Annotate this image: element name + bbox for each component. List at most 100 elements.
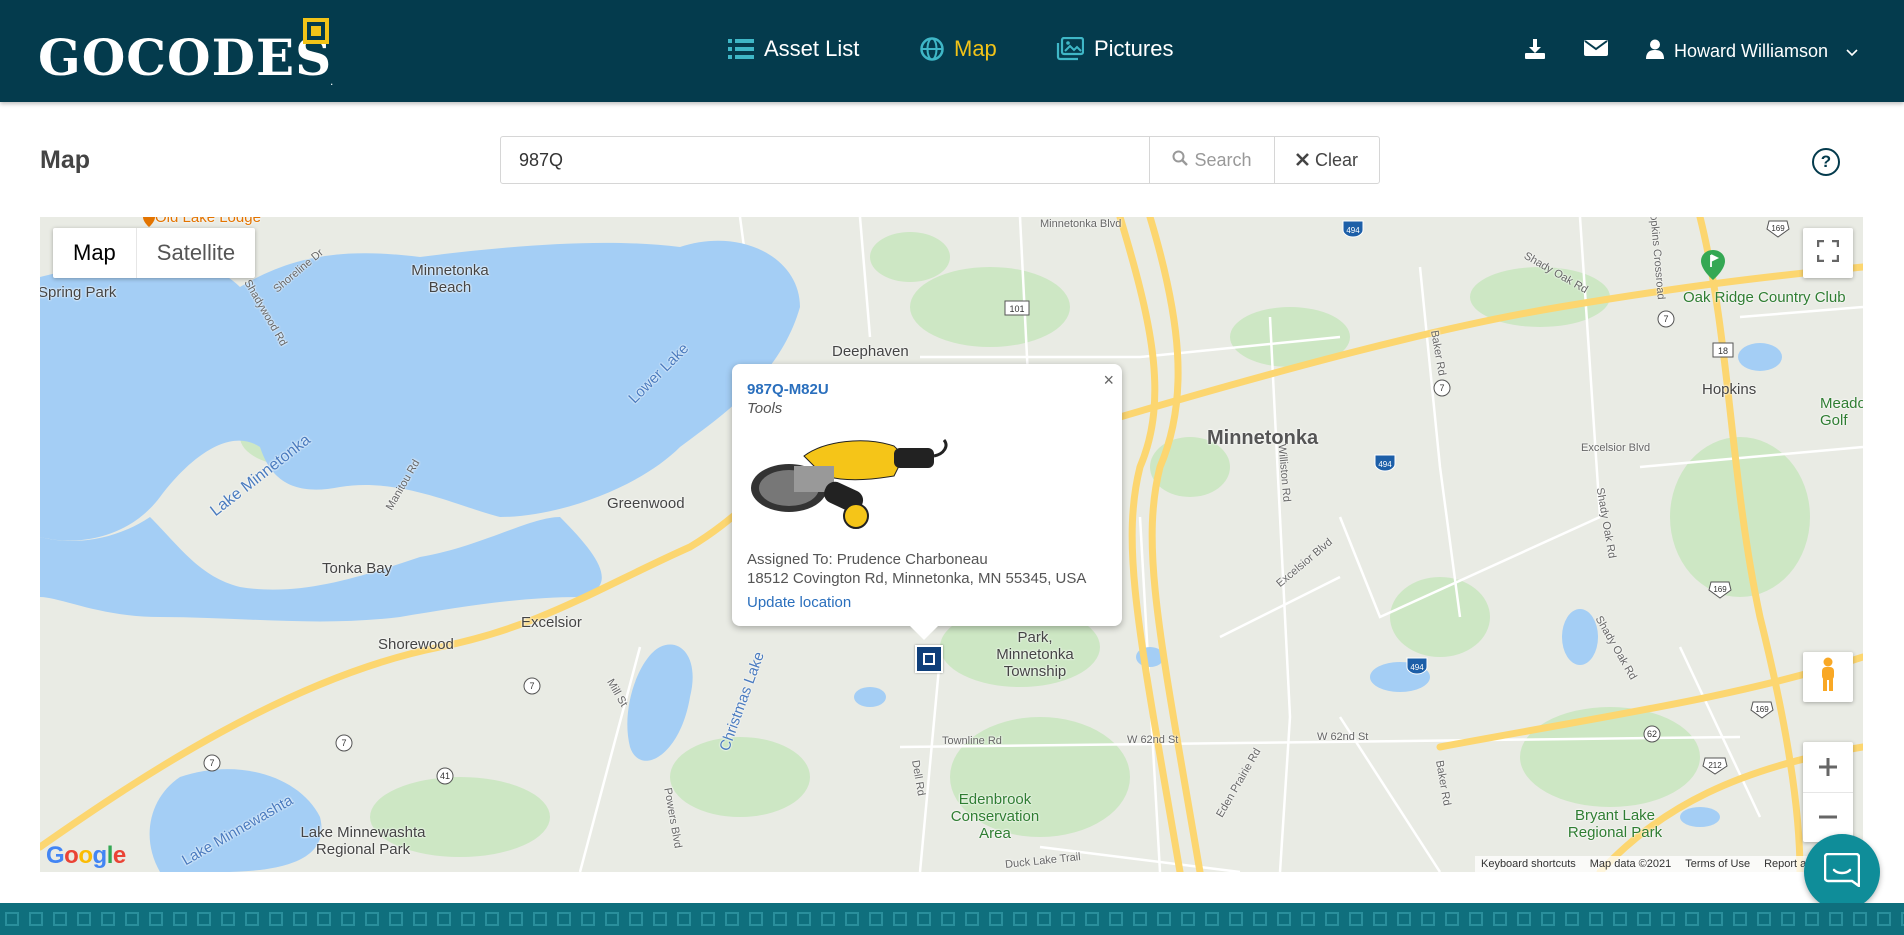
pegman-icon [1819, 657, 1837, 698]
map-label: Shorewood [378, 636, 454, 653]
map-label: Edenbrook Conservation Area [950, 791, 1040, 842]
map-label: Lake Minnewashta Regional Park [300, 824, 426, 858]
svg-text:7: 7 [341, 738, 346, 748]
map-type-control: Map Satellite [53, 228, 256, 278]
envelope-icon[interactable] [1584, 38, 1608, 62]
interstate-shield-icon: 494 [1342, 220, 1364, 243]
map-type-map-button[interactable]: Map [53, 228, 137, 278]
map-label: Spring Park [40, 284, 117, 301]
fullscreen-button[interactable] [1803, 228, 1853, 278]
top-navigation-bar: GOCODES . Asset List Map Pictures Howard… [0, 0, 1904, 102]
map-label: Excelsior Blvd [1581, 442, 1651, 454]
nav-asset-list-label: Asset List [764, 36, 860, 61]
route-shield-icon: 169 [1750, 701, 1774, 724]
zoom-in-button[interactable] [1803, 742, 1853, 793]
route-shield-icon: 169 [1766, 220, 1790, 243]
user-name: Howard Williamson [1674, 40, 1829, 61]
svg-text:212: 212 [1708, 761, 1722, 770]
svg-text:494: 494 [1346, 226, 1360, 235]
search-button-label: Search [1194, 149, 1252, 170]
svg-text:169: 169 [1755, 705, 1769, 714]
update-location-link[interactable]: Update location [747, 594, 851, 611]
nav-pictures[interactable]: Pictures [1056, 32, 1173, 66]
download-icon[interactable] [1524, 38, 1548, 62]
svg-text:494: 494 [1378, 460, 1392, 469]
user-icon [1646, 39, 1664, 64]
map-data-text: Map data ©2021 [1589, 858, 1672, 870]
chat-icon [1823, 852, 1861, 892]
map-label: Townline Rd [942, 735, 1002, 747]
fullscreen-icon [1816, 239, 1840, 267]
asset-category: Tools [747, 400, 783, 417]
nav-map[interactable]: Map [920, 32, 997, 66]
user-menu[interactable]: Howard Williamson [1646, 36, 1858, 66]
interstate-shield-icon: 494 [1406, 657, 1428, 680]
globe-icon [920, 37, 944, 61]
nav-map-label: Map [954, 36, 997, 61]
terms-of-use-link[interactable]: Terms of Use [1685, 858, 1750, 870]
close-icon [1296, 150, 1309, 171]
chat-launcher-button[interactable] [1804, 834, 1880, 910]
clear-button-label: Clear [1314, 149, 1358, 170]
footer-pattern [0, 903, 1904, 935]
route-shield-icon: 18 [1712, 342, 1734, 363]
search-input[interactable] [501, 137, 1149, 183]
route-shield-icon: 101 [1004, 300, 1030, 321]
logo-mark: . [330, 74, 334, 88]
asset-marker-icon[interactable] [915, 645, 943, 673]
map-label: Park, Minnetonka Township [996, 629, 1074, 680]
logo-text: GOCODES [38, 28, 333, 87]
map-label: Tonka Bay [322, 560, 393, 577]
keyboard-shortcuts-link[interactable]: Keyboard shortcuts [1481, 858, 1576, 870]
zoom-control [1803, 742, 1853, 842]
svg-text:7: 7 [209, 758, 214, 768]
route-shield-icon: 212 [1702, 757, 1728, 780]
route-shield-icon: 7 [522, 677, 542, 700]
route-shield-icon: 169 [1708, 581, 1732, 604]
plus-icon [1819, 757, 1837, 776]
route-shield-icon: 7 [334, 734, 354, 757]
nav-asset-list[interactable]: Asset List [728, 32, 859, 66]
map-label: Minnetonka Beach [411, 262, 489, 296]
route-shield-icon: 7 [202, 754, 222, 777]
close-icon[interactable]: × [1103, 370, 1114, 391]
search-button[interactable]: Search [1149, 137, 1274, 183]
asset-id-link[interactable]: 987Q-M82U [747, 381, 829, 398]
search-bar: Search Clear [500, 136, 1380, 184]
images-icon [1056, 37, 1084, 61]
logo-square-icon [303, 18, 329, 44]
svg-text:7: 7 [529, 681, 534, 691]
route-shield-icon: 7 [1656, 310, 1676, 333]
gocodes-logo[interactable]: GOCODES . [38, 18, 338, 88]
route-shield-icon: 7 [1432, 379, 1452, 402]
svg-text:62: 62 [1647, 729, 1657, 739]
assigned-to: Assigned To: Prudence Charboneau [747, 551, 988, 568]
map-label: Greenwood [607, 495, 685, 512]
map-view[interactable]: Old Lake Lodge Spring Park Minnetonka Be… [40, 217, 1863, 872]
page-title: Map [40, 146, 90, 174]
map-label: Old Lake Lodge [155, 217, 261, 226]
svg-text:18: 18 [1718, 346, 1728, 356]
search-icon [1172, 150, 1189, 171]
chevron-down-icon [1846, 41, 1858, 62]
map-label: Minnetonka [1207, 427, 1319, 449]
svg-text:101: 101 [1009, 304, 1024, 314]
route-shield-icon: 41 [435, 767, 455, 790]
map-label: W 62nd St [1317, 731, 1369, 743]
svg-text:7: 7 [1439, 383, 1444, 393]
map-type-satellite-button[interactable]: Satellite [137, 228, 255, 278]
asset-info-window: × 987Q-M82U Tools Assigned To: Prudence … [732, 364, 1122, 640]
help-icon[interactable]: ? [1812, 148, 1840, 176]
google-logo: Google [46, 842, 126, 869]
list-icon [728, 38, 754, 60]
street-view-button[interactable] [1803, 652, 1853, 702]
asset-address: 18512 Covington Rd, Minnetonka, MN 55345… [747, 570, 1087, 587]
map-label: Deephaven [832, 343, 909, 360]
route-shield-icon: 62 [1642, 725, 1662, 748]
asset-photo [744, 426, 954, 530]
map-label: Hopkins [1702, 381, 1757, 398]
map-label: Meadowbrook Golf [1820, 395, 1863, 429]
clear-button[interactable]: Clear [1274, 137, 1379, 183]
svg-text:41: 41 [440, 771, 450, 781]
map-label: Excelsior [521, 614, 582, 631]
